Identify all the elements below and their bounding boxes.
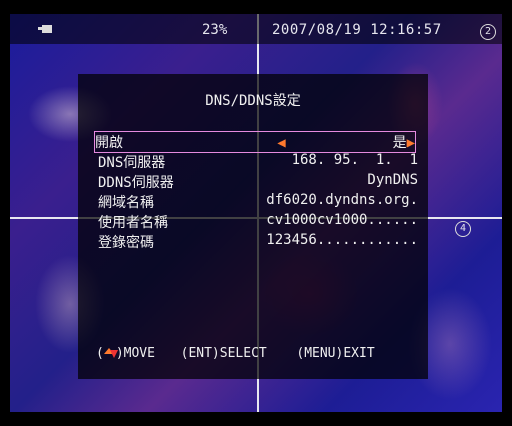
menu-row-username[interactable]: 使用者名稱 cv1000cv1000......	[98, 212, 418, 232]
menu-row-password[interactable]: 登錄密碼 123456............	[98, 232, 418, 252]
menu-row-enable[interactable]: 開啟 ◀ 是▶	[94, 131, 416, 153]
password-label: 登錄密碼	[98, 235, 154, 251]
ddns-server-label: DDNS伺服器	[98, 175, 174, 191]
status-bar: 23% 2007/08/19 12:16:57	[10, 14, 502, 44]
camera-screen: 23% 2007/08/19 12:16:57 2 4 DNS/DDNS設定 開…	[10, 14, 502, 412]
password-value[interactable]: 123456............	[266, 232, 418, 248]
date-time: 2007/08/19 12:16:57	[272, 22, 442, 38]
enable-label: 開啟	[95, 135, 123, 151]
menu-row-dns-server[interactable]: DNS伺服器 168. 95. 1. 1	[98, 152, 418, 172]
enable-value-text: 是	[392, 135, 407, 151]
menu-row-domain-name[interactable]: 網域名稱 df6020.dyndns.org.	[98, 192, 418, 212]
menu-title: DNS/DDNS設定	[205, 93, 301, 109]
channel-marker-4: 4	[455, 221, 471, 237]
disk-usage-percent: 23%	[202, 22, 228, 38]
exit-hint: (MENU)EXIT	[296, 346, 375, 361]
arrow-left-icon[interactable]: ◀	[277, 135, 285, 151]
enable-value[interactable]: ◀ 是▶	[277, 132, 415, 152]
channel-marker-2: 2	[480, 24, 496, 40]
domain-name-label: 網域名稱	[98, 195, 154, 211]
camera-icon	[38, 24, 54, 34]
menu-footer-help: ( )MOVE (ENT)SELECT (MENU)EXIT	[96, 346, 416, 361]
menu-row-ddns-server[interactable]: DDNS伺服器 DynDNS	[98, 172, 418, 192]
dns-ddns-settings-menu: DNS/DDNS設定 開啟 ◀ 是▶ DNS伺服器 168. 95. 1. 1 …	[78, 74, 428, 379]
username-value[interactable]: cv1000cv1000......	[266, 212, 418, 228]
ddns-server-value[interactable]: DynDNS	[367, 172, 418, 188]
up-down-arrows-icon	[103, 347, 118, 360]
select-hint: (ENT)SELECT	[180, 346, 267, 361]
dns-server-label: DNS伺服器	[98, 155, 166, 171]
domain-name-value[interactable]: df6020.dyndns.org.	[266, 192, 418, 208]
dns-server-value[interactable]: 168. 95. 1. 1	[292, 152, 418, 168]
username-label: 使用者名稱	[98, 215, 168, 231]
move-hint: )MOVE	[115, 346, 155, 361]
arrow-right-icon[interactable]: ▶	[407, 135, 415, 151]
move-open-paren: (	[96, 346, 104, 361]
